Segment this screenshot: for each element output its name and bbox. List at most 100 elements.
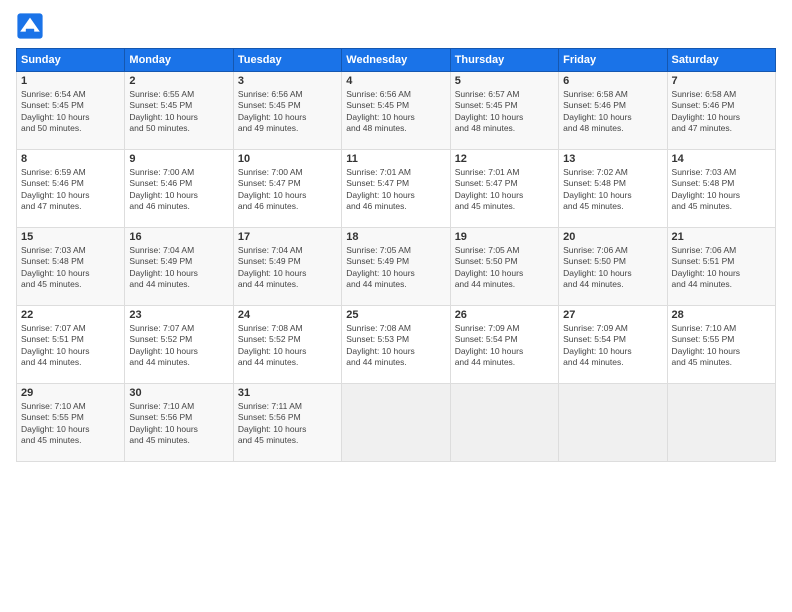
day-info: Sunrise: 6:54 AM Sunset: 5:45 PM Dayligh… — [21, 89, 120, 135]
day-info: Sunrise: 6:55 AM Sunset: 5:45 PM Dayligh… — [129, 89, 228, 135]
day-number: 19 — [455, 231, 554, 243]
calendar-day-cell: 9 Sunrise: 7:00 AM Sunset: 5:46 PM Daylig… — [125, 150, 233, 228]
calendar-day-cell: 10 Sunrise: 7:00 AM Sunset: 5:47 PM Dayli… — [233, 150, 341, 228]
calendar-day-cell: 3 Sunrise: 6:56 AM Sunset: 5:45 PM Daylig… — [233, 72, 341, 150]
day-number: 23 — [129, 309, 228, 321]
day-info: Sunrise: 7:10 AM Sunset: 5:55 PM Dayligh… — [21, 401, 120, 447]
day-info: Sunrise: 7:00 AM Sunset: 5:46 PM Dayligh… — [129, 167, 228, 213]
calendar-day-cell: 30 Sunrise: 7:10 AM Sunset: 5:56 PM Dayli… — [125, 384, 233, 462]
calendar-day-cell: 15 Sunrise: 7:03 AM Sunset: 5:48 PM Dayli… — [17, 228, 125, 306]
col-saturday: Saturday — [667, 49, 775, 72]
calendar-day-cell: 18Sunrise: 7:05 AM Sunset: 5:49 PM Dayli… — [342, 228, 450, 306]
calendar-week-row: 29 Sunrise: 7:10 AM Sunset: 5:55 PM Dayli… — [17, 384, 776, 462]
day-info: Sunrise: 7:02 AM Sunset: 5:48 PM Dayligh… — [563, 167, 662, 213]
calendar-day-cell: 16 Sunrise: 7:04 AM Sunset: 5:49 PM Dayli… — [125, 228, 233, 306]
day-number: 27 — [563, 309, 662, 321]
calendar-week-row: 22Sunrise: 7:07 AM Sunset: 5:51 PM Dayli… — [17, 306, 776, 384]
day-number: 29 — [21, 387, 120, 399]
day-info: Sunrise: 7:08 AM Sunset: 5:52 PM Dayligh… — [238, 323, 337, 369]
calendar-day-cell: 13Sunrise: 7:02 AM Sunset: 5:48 PM Dayli… — [559, 150, 667, 228]
day-number: 26 — [455, 309, 554, 321]
calendar-day-cell: 17 Sunrise: 7:04 AM Sunset: 5:49 PM Dayli… — [233, 228, 341, 306]
calendar-day-cell: 8 Sunrise: 6:59 AM Sunset: 5:46 PM Daylig… — [17, 150, 125, 228]
calendar-day-cell: 29 Sunrise: 7:10 AM Sunset: 5:55 PM Dayli… — [17, 384, 125, 462]
day-info: Sunrise: 7:01 AM Sunset: 5:47 PM Dayligh… — [455, 167, 554, 213]
day-number: 30 — [129, 387, 228, 399]
day-number: 25 — [346, 309, 445, 321]
calendar-day-cell: 31Sunrise: 7:11 AM Sunset: 5:56 PM Dayli… — [233, 384, 341, 462]
day-info: Sunrise: 7:10 AM Sunset: 5:55 PM Dayligh… — [672, 323, 771, 369]
day-info: Sunrise: 7:06 AM Sunset: 5:51 PM Dayligh… — [672, 245, 771, 291]
logo-icon — [16, 12, 44, 40]
day-info: Sunrise: 7:05 AM Sunset: 5:50 PM Dayligh… — [455, 245, 554, 291]
calendar-day-cell: 12 Sunrise: 7:01 AM Sunset: 5:47 PM Dayli… — [450, 150, 558, 228]
empty-cell — [559, 384, 667, 462]
calendar-week-row: 1 Sunrise: 6:54 AM Sunset: 5:45 PM Daylig… — [17, 72, 776, 150]
calendar-day-cell: 25 Sunrise: 7:08 AM Sunset: 5:53 PM Dayli… — [342, 306, 450, 384]
day-number: 8 — [21, 153, 120, 165]
empty-cell — [450, 384, 558, 462]
day-info: Sunrise: 7:06 AM Sunset: 5:50 PM Dayligh… — [563, 245, 662, 291]
col-friday: Friday — [559, 49, 667, 72]
day-info: Sunrise: 7:08 AM Sunset: 5:53 PM Dayligh… — [346, 323, 445, 369]
day-info: Sunrise: 6:58 AM Sunset: 5:46 PM Dayligh… — [563, 89, 662, 135]
calendar-day-cell: 19 Sunrise: 7:05 AM Sunset: 5:50 PM Dayli… — [450, 228, 558, 306]
calendar-day-cell: 5Sunrise: 6:57 AM Sunset: 5:45 PM Daylig… — [450, 72, 558, 150]
day-info: Sunrise: 7:07 AM Sunset: 5:51 PM Dayligh… — [21, 323, 120, 369]
day-number: 4 — [346, 75, 445, 87]
day-info: Sunrise: 7:04 AM Sunset: 5:49 PM Dayligh… — [238, 245, 337, 291]
calendar-day-cell: 26Sunrise: 7:09 AM Sunset: 5:54 PM Dayli… — [450, 306, 558, 384]
col-wednesday: Wednesday — [342, 49, 450, 72]
day-number: 3 — [238, 75, 337, 87]
day-number: 14 — [672, 153, 771, 165]
day-number: 28 — [672, 309, 771, 321]
col-monday: Monday — [125, 49, 233, 72]
day-info: Sunrise: 7:04 AM Sunset: 5:49 PM Dayligh… — [129, 245, 228, 291]
day-info: Sunrise: 7:07 AM Sunset: 5:52 PM Dayligh… — [129, 323, 228, 369]
day-number: 11 — [346, 153, 445, 165]
calendar-day-cell: 11Sunrise: 7:01 AM Sunset: 5:47 PM Dayli… — [342, 150, 450, 228]
calendar-day-cell: 20Sunrise: 7:06 AM Sunset: 5:50 PM Dayli… — [559, 228, 667, 306]
day-number: 12 — [455, 153, 554, 165]
calendar-day-cell: 6 Sunrise: 6:58 AM Sunset: 5:46 PM Daylig… — [559, 72, 667, 150]
calendar-day-cell: 4 Sunrise: 6:56 AM Sunset: 5:45 PM Daylig… — [342, 72, 450, 150]
day-info: Sunrise: 7:11 AM Sunset: 5:56 PM Dayligh… — [238, 401, 337, 447]
day-number: 16 — [129, 231, 228, 243]
calendar-day-cell: 23 Sunrise: 7:07 AM Sunset: 5:52 PM Dayli… — [125, 306, 233, 384]
day-number: 6 — [563, 75, 662, 87]
day-info: Sunrise: 7:03 AM Sunset: 5:48 PM Dayligh… — [21, 245, 120, 291]
header-row: Sunday Monday Tuesday Wednesday Thursday… — [17, 49, 776, 72]
day-number: 10 — [238, 153, 337, 165]
col-tuesday: Tuesday — [233, 49, 341, 72]
empty-cell — [667, 384, 775, 462]
day-info: Sunrise: 7:09 AM Sunset: 5:54 PM Dayligh… — [563, 323, 662, 369]
day-number: 15 — [21, 231, 120, 243]
day-number: 17 — [238, 231, 337, 243]
day-info: Sunrise: 7:00 AM Sunset: 5:47 PM Dayligh… — [238, 167, 337, 213]
day-info: Sunrise: 7:03 AM Sunset: 5:48 PM Dayligh… — [672, 167, 771, 213]
calendar-day-cell: 21Sunrise: 7:06 AM Sunset: 5:51 PM Dayli… — [667, 228, 775, 306]
day-info: Sunrise: 6:56 AM Sunset: 5:45 PM Dayligh… — [238, 89, 337, 135]
day-number: 2 — [129, 75, 228, 87]
calendar-day-cell: 28 Sunrise: 7:10 AM Sunset: 5:55 PM Dayli… — [667, 306, 775, 384]
day-info: Sunrise: 6:57 AM Sunset: 5:45 PM Dayligh… — [455, 89, 554, 135]
day-info: Sunrise: 6:58 AM Sunset: 5:46 PM Dayligh… — [672, 89, 771, 135]
calendar-week-row: 8 Sunrise: 6:59 AM Sunset: 5:46 PM Daylig… — [17, 150, 776, 228]
day-number: 24 — [238, 309, 337, 321]
day-number: 7 — [672, 75, 771, 87]
day-number: 1 — [21, 75, 120, 87]
calendar-day-cell: 27 Sunrise: 7:09 AM Sunset: 5:54 PM Dayli… — [559, 306, 667, 384]
empty-cell — [342, 384, 450, 462]
day-info: Sunrise: 6:59 AM Sunset: 5:46 PM Dayligh… — [21, 167, 120, 213]
calendar-header: Sunday Monday Tuesday Wednesday Thursday… — [17, 49, 776, 72]
col-sunday: Sunday — [17, 49, 125, 72]
calendar-table: Sunday Monday Tuesday Wednesday Thursday… — [16, 48, 776, 462]
day-info: Sunrise: 7:10 AM Sunset: 5:56 PM Dayligh… — [129, 401, 228, 447]
day-info: Sunrise: 6:56 AM Sunset: 5:45 PM Dayligh… — [346, 89, 445, 135]
calendar-week-row: 15 Sunrise: 7:03 AM Sunset: 5:48 PM Dayli… — [17, 228, 776, 306]
day-number: 9 — [129, 153, 228, 165]
calendar-day-cell: 7 Sunrise: 6:58 AM Sunset: 5:46 PM Daylig… — [667, 72, 775, 150]
calendar-day-cell: 22Sunrise: 7:07 AM Sunset: 5:51 PM Dayli… — [17, 306, 125, 384]
calendar-day-cell: 14 Sunrise: 7:03 AM Sunset: 5:48 PM Dayli… — [667, 150, 775, 228]
day-info: Sunrise: 7:05 AM Sunset: 5:49 PM Dayligh… — [346, 245, 445, 291]
